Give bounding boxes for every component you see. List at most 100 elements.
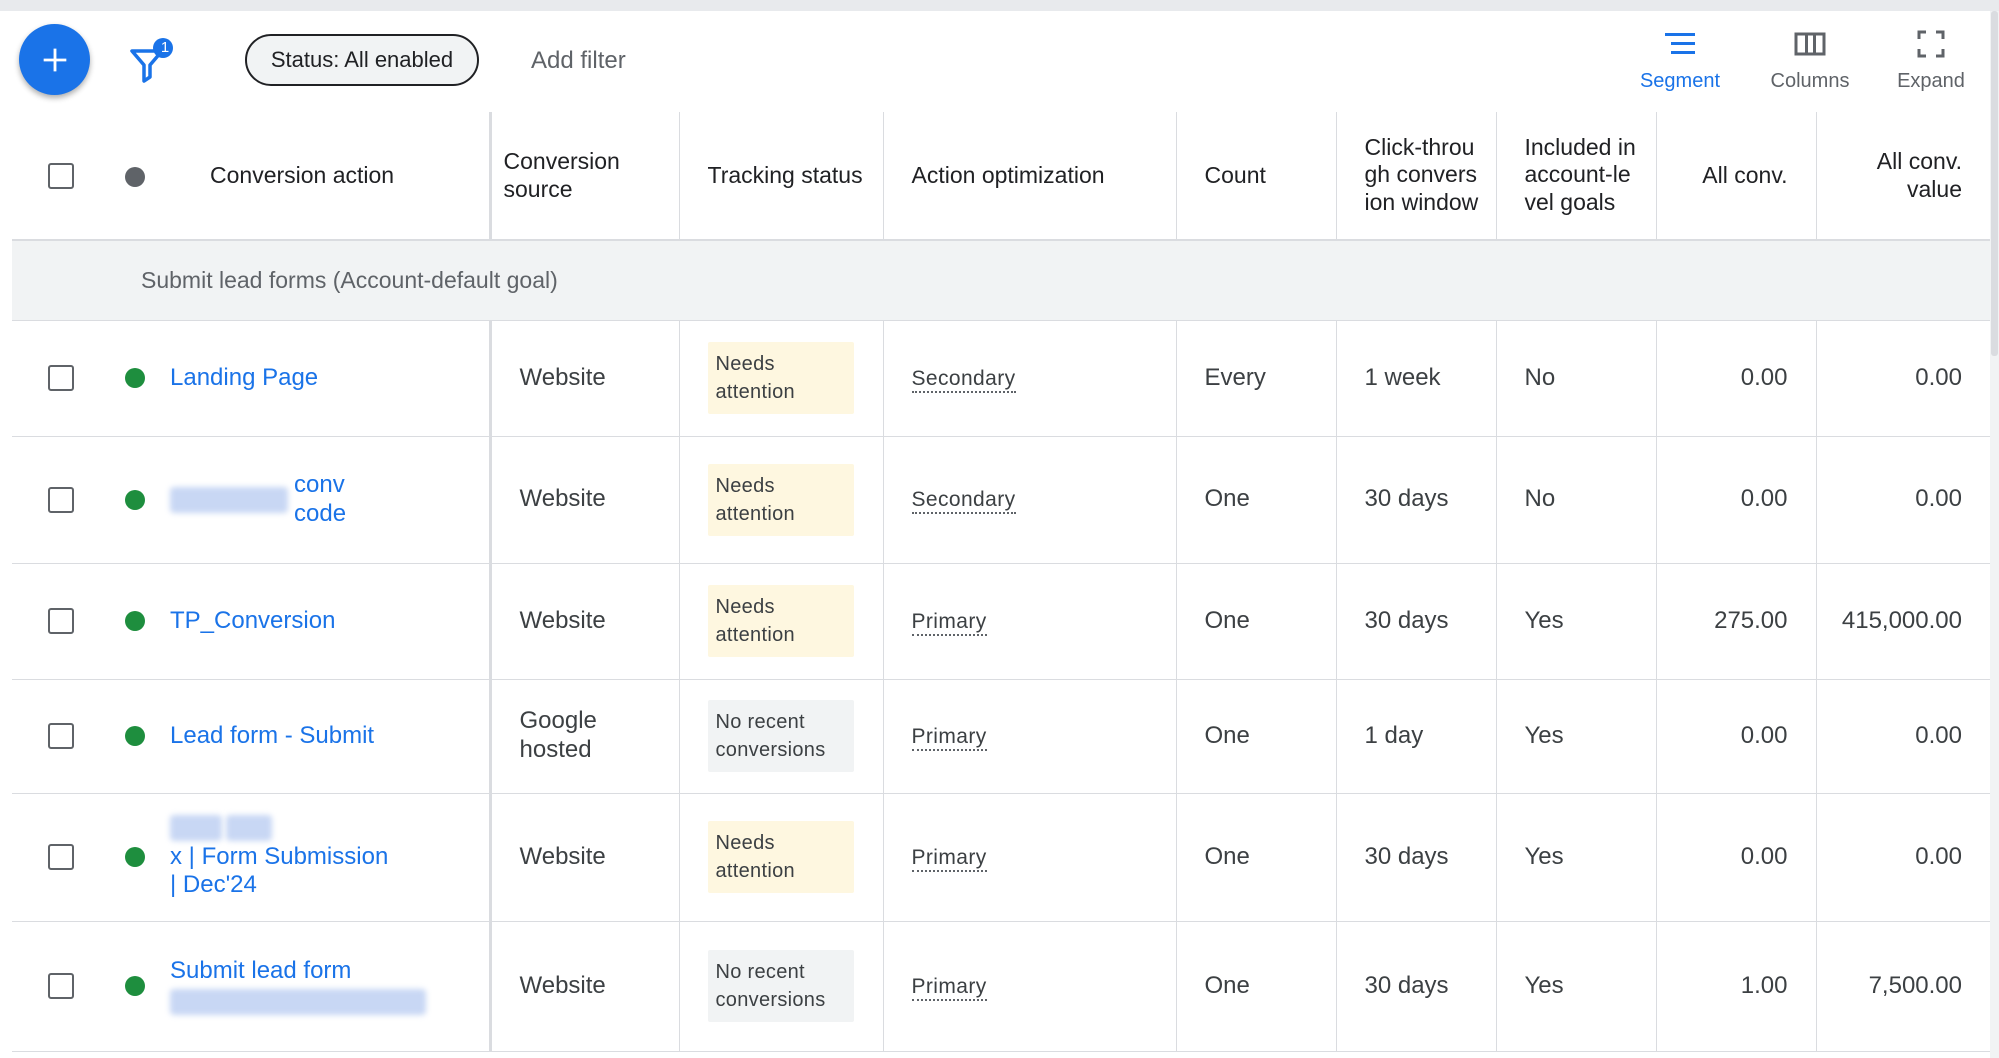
header-included-goals[interactable]: Included in account-level goals: [1495, 112, 1656, 241]
header-click-through-window[interactable]: Click-through conversion window: [1335, 112, 1496, 241]
optimization-value[interactable]: Primary: [911, 974, 987, 1001]
filter-button[interactable]: 1: [128, 37, 180, 89]
source-cell: Website: [488, 436, 679, 564]
segment-icon: [1665, 33, 1695, 54]
add-filter-link[interactable]: Add filter: [531, 47, 626, 75]
header-tracking-status[interactable]: Tracking status: [678, 112, 883, 241]
tracking-status-cell: Needs attention: [678, 436, 883, 564]
status-column-header[interactable]: [110, 112, 160, 241]
row-checkbox[interactable]: [48, 608, 74, 635]
optimization-cell: Primary: [882, 563, 1176, 680]
columns-icon: [1794, 32, 1826, 56]
enabled-status-dot: [125, 847, 145, 868]
optimization-cell: Primary: [882, 921, 1176, 1052]
status-dot-icon: [125, 166, 145, 187]
select-all-checkbox[interactable]: [48, 163, 74, 190]
redacted-text: [226, 815, 272, 842]
conversion-action-link[interactable]: Landing Page: [170, 364, 318, 391]
source-cell: Website: [488, 320, 679, 437]
conversion-action-link[interactable]: x | Form Submission | Dec'24: [170, 843, 390, 901]
tracking-status-badge[interactable]: No recent conversions: [707, 700, 854, 772]
enabled-status-dot: [125, 726, 145, 747]
header-action-optimization[interactable]: Action optimization: [882, 112, 1176, 241]
window-cell: 1 day: [1335, 679, 1496, 794]
window-cell: 1 week: [1335, 320, 1496, 437]
conversion-action-cell: Submit lead form: [160, 921, 490, 1052]
all-conv-value-cell: 0.00: [1815, 679, 1990, 794]
row-checkbox[interactable]: [48, 844, 74, 871]
all-conv-cell: 0.00: [1655, 679, 1816, 794]
optimization-value[interactable]: Primary: [911, 724, 987, 751]
window-cell: 30 days: [1335, 921, 1496, 1052]
count-cell: One: [1175, 793, 1336, 922]
source-cell: Website: [488, 563, 679, 680]
row-checkbox[interactable]: [48, 365, 74, 392]
optimization-cell: Secondary: [882, 436, 1176, 564]
all-conv-cell: 1.00: [1655, 921, 1816, 1052]
tracking-status-cell: Needs attention: [678, 563, 883, 680]
optimization-value[interactable]: Secondary: [911, 488, 1016, 515]
all-conv-value-cell: 7,500.00: [1815, 921, 1990, 1052]
expand-label: Expand: [1897, 70, 1965, 92]
row-checkbox[interactable]: [48, 973, 74, 1000]
select-all-cell: [12, 112, 110, 241]
conversion-action-cell: conv code: [160, 436, 490, 564]
tracking-status-cell: No recent conversions: [678, 921, 883, 1052]
conversion-action-link[interactable]: Lead form - Submit: [170, 722, 374, 749]
conversion-action-cell: x | Form Submission | Dec'24: [160, 793, 490, 922]
all-conv-cell: 0.00: [1655, 793, 1816, 922]
source-cell: Google hosted: [488, 679, 679, 794]
table-header-row: Conversion action Conversion source Trac…: [12, 112, 1990, 241]
tracking-status-badge[interactable]: Needs attention: [707, 342, 854, 414]
status-filter-chip[interactable]: Status: All enabled: [245, 34, 479, 86]
header-conversion-source[interactable]: Conversion source: [488, 112, 679, 241]
all-conv-value-cell: 0.00: [1815, 793, 1990, 922]
tracking-status-badge[interactable]: Needs attention: [707, 463, 854, 536]
filter-count-badge: 1: [160, 39, 170, 56]
tracking-status-cell: Needs attention: [678, 793, 883, 922]
row-checkbox[interactable]: [48, 486, 74, 513]
header-all-conv[interactable]: All conv.: [1655, 112, 1816, 241]
conversion-action-cell: Lead form - Submit: [160, 679, 490, 794]
enabled-status-dot: [125, 611, 145, 632]
optimization-value[interactable]: Secondary: [911, 366, 1016, 393]
expand-button[interactable]: Expand: [1891, 26, 1971, 106]
table-row: conv code Website Needs attention Second…: [12, 436, 1990, 564]
vertical-scrollbar[interactable]: [1990, 11, 1999, 1058]
columns-label: Columns: [1770, 70, 1850, 92]
conversion-action-link[interactable]: Submit lead form: [170, 957, 475, 986]
conversion-action-link[interactable]: conv code: [294, 471, 368, 529]
add-conversion-button[interactable]: [19, 24, 90, 95]
scrollbar-thumb[interactable]: [1991, 11, 1998, 356]
tracking-status-cell: No recent conversions: [678, 679, 883, 794]
conversion-action-link[interactable]: TP_Conversion: [170, 607, 335, 634]
header-conversion-action[interactable]: Conversion action: [160, 112, 490, 241]
columns-button[interactable]: Columns: [1762, 26, 1858, 106]
table-row: x | Form Submission | Dec'24 Website Nee…: [12, 793, 1990, 922]
count-cell: One: [1175, 563, 1336, 680]
table-row: Submit lead form Website No recent conve…: [12, 921, 1990, 1052]
table-row: TP_Conversion Website Needs attention Pr…: [12, 563, 1990, 680]
enabled-status-dot: [125, 368, 145, 389]
enabled-status-dot: [125, 489, 145, 510]
segment-button[interactable]: Segment: [1636, 26, 1724, 106]
count-cell: One: [1175, 921, 1336, 1052]
optimization-value[interactable]: Primary: [911, 845, 987, 872]
header-all-conv-value[interactable]: All conv. value: [1815, 112, 1990, 241]
tracking-status-badge[interactable]: Needs attention: [707, 585, 854, 657]
header-count[interactable]: Count: [1175, 112, 1336, 241]
segment-label: Segment: [1639, 70, 1721, 92]
tracking-status-badge[interactable]: Needs attention: [707, 821, 854, 893]
all-conv-cell: 275.00: [1655, 563, 1816, 680]
conversion-action-cell: Landing Page: [160, 320, 490, 437]
optimization-cell: Primary: [882, 679, 1176, 794]
tracking-status-badge[interactable]: No recent conversions: [707, 950, 854, 1022]
table-row: Lead form - Submit Google hosted No rece…: [12, 679, 1990, 794]
count-cell: One: [1175, 436, 1336, 564]
row-checkbox[interactable]: [48, 723, 74, 750]
redacted-text: [170, 486, 288, 513]
tracking-status-cell: Needs attention: [678, 320, 883, 437]
plus-icon: [43, 48, 66, 71]
included-cell: Yes: [1495, 793, 1656, 922]
optimization-value[interactable]: Primary: [911, 609, 987, 636]
